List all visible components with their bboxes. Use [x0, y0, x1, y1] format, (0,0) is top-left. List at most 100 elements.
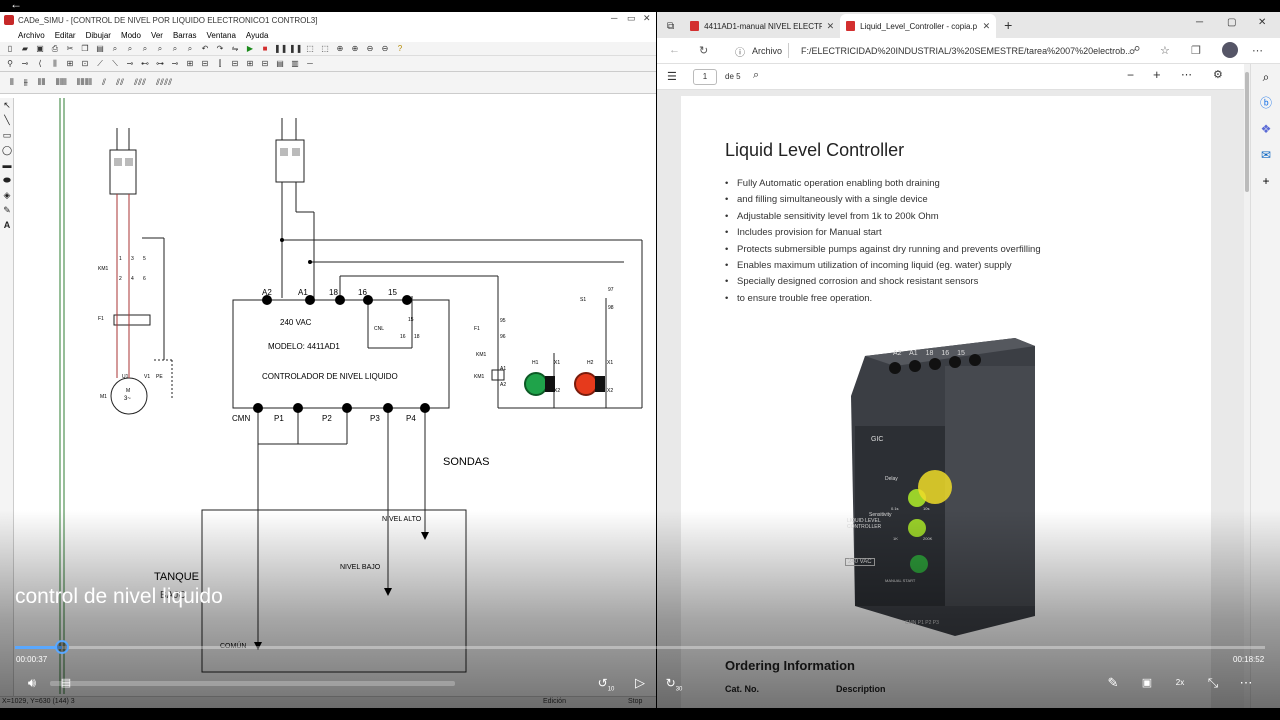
pointer-icon[interactable]: ↖ [0, 98, 14, 113]
component-icon[interactable]: ⊞ [244, 58, 256, 69]
select-area-icon[interactable]: ⬚ [304, 43, 316, 54]
zoom-tool-icon[interactable]: ⌕ [169, 43, 181, 54]
add-icon[interactable]: + [1251, 168, 1280, 194]
info-icon[interactable]: ⓘ [735, 44, 745, 59]
stop-icon[interactable]: ■ [259, 43, 271, 54]
select-area-icon[interactable]: ⬚ [319, 43, 331, 54]
menu-dibujar[interactable]: Dibujar [86, 31, 111, 40]
line-tool-icon[interactable]: ╲ [0, 113, 14, 128]
fullscreen-exit-icon[interactable]: ⤡ [1203, 674, 1223, 692]
contact-icon[interactable]: ⫴⫴⫴⫴ [77, 77, 92, 88]
contents-icon[interactable]: ☰ [667, 70, 677, 83]
component-icon[interactable]: ⊞ [184, 58, 196, 69]
contact-icon[interactable]: ⫵ [24, 77, 28, 88]
pause-icon[interactable]: ❚❚ [274, 43, 287, 54]
pdf-viewer[interactable]: Liquid Level Controller Fully Automatic … [657, 90, 1258, 708]
zoom-tool-icon[interactable]: ⌕ [109, 43, 121, 54]
search-icon[interactable]: ⌕ [753, 69, 759, 82]
contact-icon[interactable]: ⫴⫴⫴ [55, 77, 66, 88]
flip-icon[interactable]: ⇋ [229, 43, 241, 54]
component-icon[interactable]: ⊟ [199, 58, 211, 69]
volume-icon[interactable]: 🔊︎ [22, 674, 42, 692]
print-icon[interactable]: ⎙ [49, 43, 61, 54]
menu-ayuda[interactable]: Ayuda [246, 31, 269, 40]
minimize-icon[interactable]: ─ [1196, 17, 1203, 28]
component-icon[interactable]: ⫿ [214, 58, 226, 69]
help-icon[interactable]: ? [394, 43, 406, 54]
zoom-out-icon[interactable]: − [1127, 68, 1134, 82]
bing-icon[interactable]: ⓑ [1251, 90, 1280, 116]
text-tool-icon[interactable]: A [0, 218, 14, 233]
tools-icon[interactable]: ❖ [1251, 116, 1280, 142]
miniplayer-icon[interactable]: ▣ [1137, 674, 1157, 692]
component-icon[interactable]: ⟨ [34, 58, 46, 69]
zoom-in-icon[interactable]: ⊕ [334, 43, 346, 54]
close-window-icon[interactable]: ✕ [1258, 17, 1266, 28]
component-icon[interactable]: ─ [304, 58, 316, 69]
close-icon[interactable]: ✕ [643, 13, 651, 24]
video-progress-knob[interactable] [54, 640, 69, 654]
refresh-icon[interactable]: ↻ [699, 44, 708, 57]
zoom-tool-icon[interactable]: ⌕ [184, 43, 196, 54]
component-icon[interactable]: ⊟ [259, 58, 271, 69]
component-icon[interactable]: ⊞ [64, 58, 76, 69]
pen-tool-icon[interactable]: ✎ [0, 203, 14, 218]
paste-icon[interactable]: ▤ [94, 43, 106, 54]
close-tab-icon[interactable]: ✕ [983, 21, 991, 32]
video-progress-bar[interactable] [15, 646, 1265, 649]
close-tab-icon[interactable]: ✕ [827, 21, 835, 32]
outlook-icon[interactable]: ✉ [1251, 142, 1280, 168]
collections-icon[interactable]: ❐ [1191, 44, 1201, 57]
menu-modo[interactable]: Modo [121, 31, 141, 40]
speed-button[interactable]: 2x [1170, 674, 1190, 692]
more-pdf-icon[interactable]: ⋯ [1181, 68, 1192, 81]
component-icon[interactable]: ⊡ [79, 58, 91, 69]
component-icon[interactable]: ⊟ [229, 58, 241, 69]
contact-icon[interactable]: ⫽⫽ [116, 77, 124, 88]
search-icon[interactable]: ⌕ [1251, 64, 1280, 90]
back-arrow-icon[interactable]: ← [10, 0, 22, 11]
avatar[interactable] [1222, 42, 1238, 58]
forward-icon[interactable]: ↻30 [664, 674, 684, 692]
zoom-out-icon[interactable]: ⊖ [379, 43, 391, 54]
play-button[interactable]: ▷ [630, 674, 650, 692]
maximize-icon[interactable]: ▢ [1227, 17, 1236, 28]
menu-barras[interactable]: Barras [173, 31, 197, 40]
component-icon[interactable]: ⊷ [139, 58, 151, 69]
edit-icon[interactable]: ✎ [1103, 674, 1123, 692]
menu-ver[interactable]: Ver [151, 31, 163, 40]
tab-actions-icon[interactable]: ⧉ [667, 21, 674, 32]
cut-icon[interactable]: ✂ [64, 43, 76, 54]
restore-icon[interactable]: ▭ [627, 13, 636, 24]
component-icon[interactable]: ▥ [289, 58, 301, 69]
menu-archivo[interactable]: Archivo [18, 31, 45, 40]
pause-icon[interactable]: ❚❚ [289, 43, 302, 54]
component-icon[interactable]: ⚲ [4, 58, 16, 69]
contact-icon[interactable]: ⫽⫽⫽ [134, 77, 146, 88]
undo-icon[interactable]: ↶ [199, 43, 211, 54]
menu-editar[interactable]: Editar [55, 31, 76, 40]
contact-icon[interactable]: ⫴⫴ [38, 77, 46, 88]
component-icon[interactable]: ⊸ [169, 58, 181, 69]
zoom-in-icon[interactable]: + [1153, 67, 1161, 82]
redo-icon[interactable]: ↷ [214, 43, 226, 54]
back-icon[interactable]: ← [669, 44, 680, 56]
minimize-icon[interactable]: ─ [611, 13, 617, 23]
component-icon[interactable]: ⫼ [49, 58, 61, 69]
save-icon[interactable]: ▣ [34, 43, 46, 54]
tab-liquid-level[interactable]: Liquid_Level_Controller - copia.p ✕ [840, 14, 997, 38]
component-icon[interactable]: ⊶ [154, 58, 166, 69]
zoom-tool-icon[interactable]: ⌕ [139, 43, 151, 54]
captions-icon[interactable]: ▤ [56, 674, 76, 692]
page-number-input[interactable]: 1 [693, 69, 717, 85]
zoom-out-icon[interactable]: ⊖ [364, 43, 376, 54]
rewind-icon[interactable]: ↺10 [596, 674, 616, 692]
component-icon[interactable]: ⟋ [94, 58, 106, 69]
site-label[interactable]: Archivo [752, 46, 782, 56]
settings-icon[interactable]: ⚙ [1213, 68, 1223, 81]
menu-ventana[interactable]: Ventana [207, 31, 236, 40]
rectangle-tool-icon[interactable]: ▭ [0, 128, 14, 143]
component-icon[interactable]: ⊸ [124, 58, 136, 69]
scrollbar-thumb[interactable] [1245, 72, 1249, 192]
favorite-icon[interactable]: ☆ [1160, 44, 1170, 57]
